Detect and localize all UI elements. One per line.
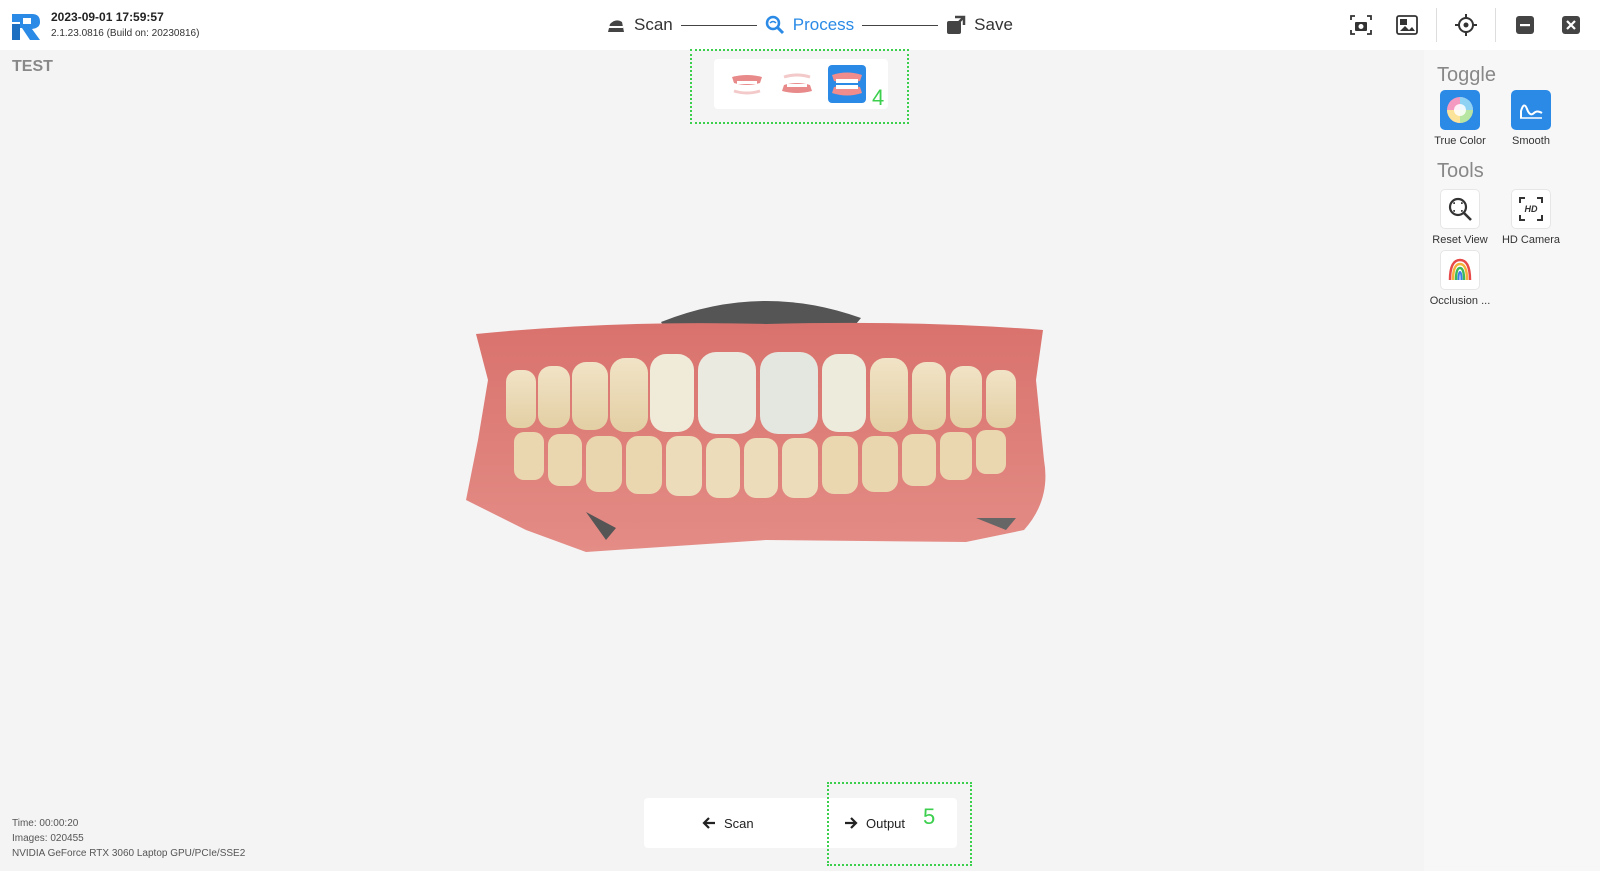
- app-datetime: 2023-09-01 17:59:57: [51, 10, 164, 24]
- locate-target-icon: [1455, 14, 1477, 36]
- process-search-icon: [765, 15, 784, 35]
- hd-camera-button[interactable]: HD: [1511, 189, 1551, 229]
- smooth-button[interactable]: [1511, 90, 1551, 130]
- step-connector: [680, 24, 757, 26]
- lower-jaw-button[interactable]: [778, 65, 816, 103]
- true-color-button[interactable]: [1440, 90, 1480, 130]
- reset-view-label: Reset View: [1432, 234, 1488, 246]
- step-save[interactable]: Save: [946, 15, 1013, 35]
- tools-section-title: Tools: [1437, 160, 1484, 182]
- both-jaws-button[interactable]: [828, 65, 866, 103]
- arrow-left-icon: [702, 817, 715, 829]
- title-bar: 2023-09-01 17:59:57 2.1.23.0816 (Build o…: [0, 0, 1600, 50]
- workflow-steps: Scan Process Save: [606, 12, 1013, 38]
- step-process[interactable]: Process: [765, 15, 854, 35]
- smooth-curve-icon: [1520, 104, 1543, 119]
- color-wheel-icon: [1447, 97, 1473, 123]
- hd-camera-icon: HD: [1519, 197, 1543, 221]
- lower-jaw-icon: [782, 73, 812, 93]
- gallery-button[interactable]: [1384, 0, 1430, 50]
- divider: [1436, 8, 1437, 42]
- jaw-selector-highlight: 4: [690, 49, 909, 124]
- step-process-label: Process: [792, 15, 855, 34]
- both-jaws-icon: [832, 72, 862, 96]
- dental-scan-model[interactable]: [466, 290, 1056, 555]
- image-count: Images: 020455: [12, 833, 84, 844]
- reset-view-tool[interactable]: Reset View: [1425, 189, 1495, 246]
- jaw-selector: [714, 59, 888, 109]
- zoom-reset-icon: [1448, 197, 1472, 221]
- screenshot-button[interactable]: [1338, 0, 1384, 50]
- step-save-label: Save: [974, 15, 1013, 34]
- step-connector: [862, 24, 939, 26]
- occlusion-tool[interactable]: Occlusion ...: [1425, 250, 1495, 307]
- upper-jaw-icon: [732, 75, 762, 95]
- image-gallery-icon: [1396, 15, 1418, 35]
- upper-teeth: [506, 352, 1016, 434]
- occlusion-button[interactable]: [1440, 250, 1480, 290]
- screenshot-icon: [1350, 15, 1372, 35]
- right-panel: Toggle True Color Smooth Tools Reset Vie…: [1424, 50, 1600, 871]
- callout-number: 4: [872, 85, 885, 110]
- window-actions: [1338, 0, 1600, 50]
- hd-camera-label: HD Camera: [1501, 234, 1561, 246]
- true-color-label: True Color: [1434, 135, 1486, 147]
- svg-text:HD: HD: [1525, 204, 1538, 214]
- smooth-label: Smooth: [1512, 135, 1550, 147]
- close-icon: [1562, 16, 1580, 34]
- upper-jaw-button[interactable]: [728, 65, 766, 103]
- callout-number: 5: [923, 804, 936, 829]
- hd-camera-tool[interactable]: HD HD Camera: [1496, 189, 1566, 246]
- true-color-toggle[interactable]: True Color: [1425, 90, 1495, 147]
- step-scan-label: Scan: [634, 15, 673, 34]
- occlusion-rainbow-icon: [1448, 258, 1472, 281]
- elapsed-time: Time: 00:00:20: [12, 818, 79, 829]
- scanner-icon: [608, 20, 624, 32]
- status-info: Time: 00:00:20 Images: 020455 NVIDIA GeF…: [12, 816, 245, 861]
- reset-view-button[interactable]: [1440, 189, 1480, 229]
- project-name: TEST: [12, 58, 53, 75]
- gpu-info: NVIDIA GeForce RTX 3060 Laptop GPU/PCIe/…: [12, 848, 246, 859]
- toggle-section-title: Toggle: [1437, 64, 1496, 86]
- back-scan-label: Scan: [724, 815, 754, 831]
- smooth-toggle[interactable]: Smooth: [1496, 90, 1566, 147]
- app-info: 2023-09-01 17:59:57 2.1.23.0816 (Build o…: [51, 10, 199, 39]
- close-button[interactable]: [1548, 0, 1594, 50]
- divider: [1495, 8, 1496, 42]
- back-scan-button[interactable]: Scan: [702, 798, 754, 848]
- minimize-button[interactable]: [1502, 0, 1548, 50]
- step-scan[interactable]: Scan: [606, 15, 673, 35]
- locate-button[interactable]: [1443, 0, 1489, 50]
- app-logo: [12, 14, 40, 40]
- minimize-icon: [1516, 16, 1534, 34]
- occlusion-label: Occlusion ...: [1429, 295, 1491, 307]
- save-export-icon: [947, 15, 966, 34]
- output-highlight: 5: [827, 782, 972, 866]
- app-version: 2.1.23.0816 (Build on: 20230816): [51, 28, 200, 39]
